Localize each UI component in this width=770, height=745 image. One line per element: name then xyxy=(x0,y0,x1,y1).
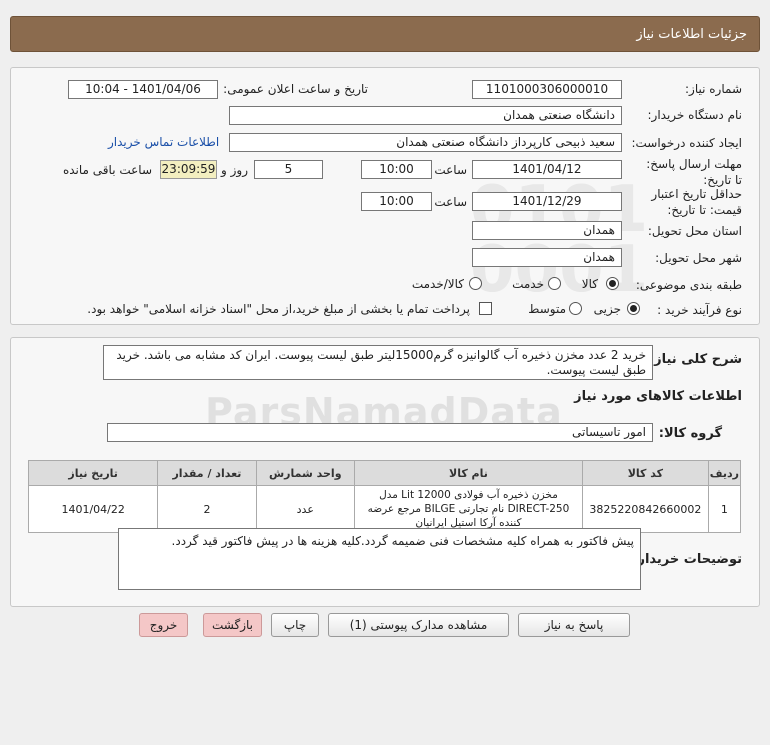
buyer-contact-link[interactable]: اطلاعات تماس خریدار xyxy=(108,135,219,149)
exit-button[interactable]: خروج xyxy=(139,613,188,637)
city-label: شهر محل تحویل: xyxy=(655,251,742,265)
buyer-org-field: دانشگاه صنعتی همدان xyxy=(229,106,622,125)
cell-code: 3825220842660002 xyxy=(581,485,709,533)
category-radio-goods-service[interactable] xyxy=(469,277,482,290)
col-unit: واحد شمارش xyxy=(255,460,355,486)
buyer-notes-box: پیش فاکتور به همراه کلیه مشخصات فنی ضمیم… xyxy=(118,528,641,590)
announce-date-label: تاریخ و ساعت اعلان عمومی: xyxy=(223,82,368,96)
page-title: جزئیات اطلاعات نیاز xyxy=(636,27,747,42)
requester-label: ایجاد کننده درخواست: xyxy=(631,136,742,150)
process-radio-medium[interactable] xyxy=(569,302,582,315)
reply-deadline-label: مهلت ارسال پاسخ: تا تاریخ: xyxy=(646,157,742,187)
process-type-label: نوع فرآیند خرید : xyxy=(657,303,742,317)
treasury-payment-note: پرداخت تمام یا بخشی از مبلغ خرید،از محل … xyxy=(87,302,470,316)
reply-button[interactable]: پاسخ به نیاز xyxy=(518,613,630,637)
province-field: همدان xyxy=(472,221,622,240)
goods-table-wrap: ردیف کد کالا نام کالا واحد شمارش تعداد /… xyxy=(27,460,742,533)
back-button[interactable]: بازگشت xyxy=(203,613,262,637)
days-label: روز و xyxy=(221,163,248,177)
remaining-time-field: 23:09:59 xyxy=(160,160,217,179)
reply-time-field: 10:00 xyxy=(361,160,432,179)
page-header: جزئیات اطلاعات نیاز xyxy=(10,16,760,52)
goods-section-title: اطلاعات کالاهای مورد نیاز xyxy=(574,389,742,404)
days-field: 5 xyxy=(254,160,323,179)
province-label: استان محل تحویل: xyxy=(647,224,742,238)
cell-row: 1 xyxy=(707,485,742,533)
validity-time-field: 10:00 xyxy=(361,192,432,211)
buyer-org-label: نام دستگاه خریدار: xyxy=(647,108,743,122)
col-row: ردیف xyxy=(707,460,742,486)
announce-date-field: 1401/04/06 - 10:04 xyxy=(68,80,218,99)
description-text: خرید 2 عدد مخزن ذخیره آب گالوانیزه گرم15… xyxy=(116,348,646,377)
col-date: تاریخ نیاز xyxy=(27,460,159,486)
view-attachments-button[interactable]: مشاهده مدارک پیوستی (1) xyxy=(328,613,509,637)
col-name: نام کالا xyxy=(353,460,583,486)
category-radio-service[interactable] xyxy=(548,277,561,290)
goods-table: ردیف کد کالا نام کالا واحد شمارش تعداد /… xyxy=(27,460,742,533)
goods-group-field: امور تاسیساتی xyxy=(107,423,653,442)
col-qty: تعداد / مقدار xyxy=(157,460,257,486)
cell-unit: عدد xyxy=(255,485,355,533)
category-option-service: خدمت xyxy=(512,277,544,291)
col-code: کد کالا xyxy=(581,460,709,486)
process-option-minor: جزیی xyxy=(593,302,621,316)
process-option-medium: متوسط xyxy=(528,302,566,316)
description-box: خرید 2 عدد مخزن ذخیره آب گالوانیزه گرم15… xyxy=(103,345,653,380)
reply-date-field: 1401/04/12 xyxy=(472,160,622,179)
print-button[interactable]: چاپ xyxy=(271,613,319,637)
goods-table-header-row: ردیف کد کالا نام کالا واحد شمارش تعداد /… xyxy=(27,460,742,486)
remaining-time-label: ساعت باقی مانده xyxy=(62,163,152,177)
need-number-label: شماره نیاز: xyxy=(685,82,742,96)
reply-time-label: ساعت xyxy=(434,163,467,177)
category-option-goods: کالا xyxy=(581,277,598,291)
description-label: شرح کلی نیاز: xyxy=(648,352,742,367)
requester-field: سعید ذبیحی کارپرداز دانشگاه صنعتی همدان xyxy=(229,133,622,152)
cell-qty: 2 xyxy=(157,485,257,533)
validity-date-field: 1401/12/29 xyxy=(472,192,622,211)
validity-label: حداقل تاریخ اعتبار قیمت: تا تاریخ: xyxy=(651,187,742,217)
process-radio-minor[interactable] xyxy=(627,302,640,315)
cell-name: مخزن ذخیره آب فولادی Lit 12000 مدل DIREC… xyxy=(353,485,583,533)
category-radio-goods[interactable] xyxy=(606,277,619,290)
city-field: همدان xyxy=(472,248,622,267)
cell-date: 1401/04/22 xyxy=(27,485,159,533)
category-option-goods-service: کالا/خدمت xyxy=(411,277,464,291)
table-row: 1 3825220842660002 مخزن ذخیره آب فولادی … xyxy=(27,485,742,533)
need-number-field: 1101000306000010 xyxy=(472,80,622,99)
buyer-notes-label: توضیحات خریدار: xyxy=(632,552,742,567)
validity-time-label: ساعت xyxy=(434,195,467,209)
goods-group-label: گروه کالا: xyxy=(658,426,722,441)
buyer-notes-text: پیش فاکتور به همراه کلیه مشخصات فنی ضمیم… xyxy=(171,534,634,548)
category-label: طبقه بندی موضوعی: xyxy=(635,278,742,292)
treasury-payment-checkbox[interactable] xyxy=(479,302,492,315)
